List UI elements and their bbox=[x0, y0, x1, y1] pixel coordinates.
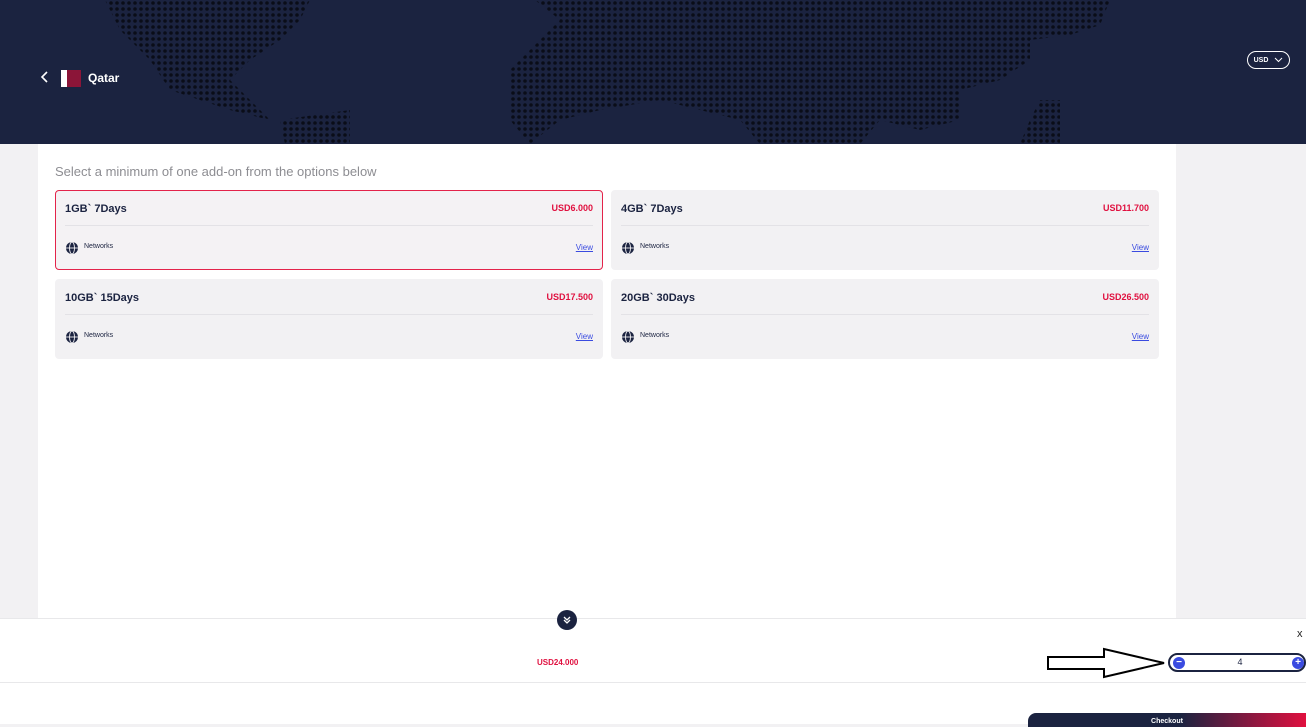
addon-price: USD11.700 bbox=[1102, 203, 1149, 213]
addon-name: 10GB` 15Days bbox=[65, 292, 139, 304]
networks-label: Networks bbox=[84, 243, 114, 250]
instruction-text: Select a minimum of one add-on from the … bbox=[55, 164, 377, 179]
addon-name: 4GB` 7Days bbox=[621, 203, 683, 215]
header-banner: Qatar USD bbox=[0, 0, 1306, 144]
networks-label: Networks bbox=[640, 243, 670, 250]
currency-selector[interactable]: USD bbox=[1247, 51, 1290, 69]
globe-icon bbox=[66, 241, 78, 255]
addon-price: USD26.500 bbox=[1102, 292, 1149, 302]
quantity-value: 4 bbox=[1237, 657, 1243, 667]
total-price: USD24.000 bbox=[537, 658, 579, 667]
view-networks-link[interactable]: View bbox=[576, 332, 593, 341]
annotation-arrow-icon bbox=[1047, 647, 1165, 679]
card-divider bbox=[65, 314, 593, 315]
checkout-button[interactable]: Checkout bbox=[1028, 713, 1306, 727]
addon-name: 20GB` 30Days bbox=[621, 292, 695, 304]
double-chevron-down-icon bbox=[563, 616, 571, 624]
quantity-stepper[interactable]: − 4 + bbox=[1168, 653, 1306, 672]
addon-price: USD17.500 bbox=[546, 292, 593, 302]
view-networks-link[interactable]: View bbox=[1132, 332, 1149, 341]
globe-icon bbox=[622, 330, 634, 344]
card-divider bbox=[621, 225, 1149, 226]
country-title: Qatar bbox=[88, 71, 120, 85]
addon-card-1gb[interactable]: 1GB` 7Days USD6.000 Networks View bbox=[55, 190, 603, 270]
addon-card-4gb[interactable]: 4GB` 7Days USD11.700 Networks View bbox=[611, 190, 1159, 270]
divider bbox=[0, 618, 1306, 619]
networks-label: Networks bbox=[84, 332, 114, 339]
addon-name: 1GB` 7Days bbox=[65, 203, 127, 215]
card-divider bbox=[65, 225, 593, 226]
addon-card-10gb[interactable]: 10GB` 15Days USD17.500 Networks View bbox=[55, 279, 603, 359]
globe-icon bbox=[66, 330, 78, 344]
chevron-down-icon bbox=[1275, 57, 1283, 63]
world-map-dots bbox=[105, 0, 1110, 144]
back-chevron-icon[interactable] bbox=[38, 66, 52, 88]
globe-icon bbox=[622, 241, 634, 255]
view-networks-link[interactable]: View bbox=[576, 243, 593, 252]
view-networks-link[interactable]: View bbox=[1132, 243, 1149, 252]
addon-price: USD6.000 bbox=[551, 203, 593, 213]
plus-icon[interactable]: + bbox=[1292, 657, 1304, 669]
qatar-flag-icon bbox=[61, 70, 81, 87]
divider bbox=[0, 682, 1306, 683]
close-button[interactable]: x bbox=[1297, 628, 1303, 640]
currency-label: USD bbox=[1253, 56, 1269, 64]
addon-card-20gb[interactable]: 20GB` 30Days USD26.500 Networks View bbox=[611, 279, 1159, 359]
minus-icon[interactable]: − bbox=[1173, 657, 1185, 669]
networks-label: Networks bbox=[640, 332, 670, 339]
collapse-button[interactable] bbox=[557, 610, 577, 630]
card-divider bbox=[621, 314, 1149, 315]
